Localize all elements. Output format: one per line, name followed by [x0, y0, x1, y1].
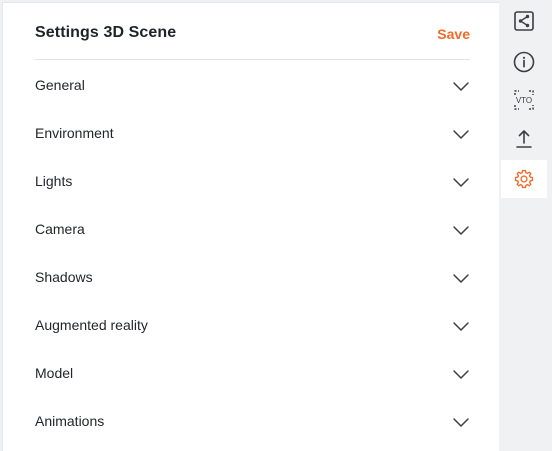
chevron-down-icon	[453, 274, 469, 283]
section-general[interactable]: General	[35, 61, 470, 109]
settings-panel: Settings 3D Scene Save General Environme…	[2, 2, 499, 451]
chevron-down-icon	[453, 322, 469, 331]
section-label: Environment	[35, 125, 114, 141]
panel-header: Settings 3D Scene Save	[35, 3, 470, 60]
gear-icon	[514, 169, 534, 189]
chevron-down-icon	[453, 370, 469, 379]
section-label: Animations	[35, 413, 105, 429]
chevron-down-icon	[453, 226, 469, 235]
save-button[interactable]: Save	[437, 26, 470, 42]
section-shadows[interactable]: Shadows	[35, 253, 470, 301]
upload-button[interactable]	[501, 120, 547, 158]
info-icon	[513, 51, 535, 73]
section-model[interactable]: Model	[35, 349, 470, 397]
vto-icon: VTO	[514, 90, 534, 110]
upload-icon	[516, 130, 532, 148]
section-label: Shadows	[35, 269, 93, 285]
section-label: Augmented reality	[35, 317, 148, 333]
panel-title: Settings 3D Scene	[35, 24, 177, 41]
chevron-down-icon	[453, 418, 469, 427]
section-label: Model	[35, 365, 74, 381]
chevron-down-icon	[453, 178, 469, 187]
section-camera[interactable]: Camera	[35, 205, 470, 253]
section-label: Camera	[35, 221, 85, 237]
section-label: Lights	[35, 173, 73, 189]
settings-3d-scene-window: Settings 3D Scene Save General Environme…	[0, 0, 552, 451]
section-augmented-reality[interactable]: Augmented reality	[35, 301, 470, 349]
right-toolbar: VTO	[500, 0, 552, 451]
settings-button[interactable]	[501, 160, 547, 198]
section-environment[interactable]: Environment	[35, 109, 470, 157]
vto-label: VTO	[516, 96, 532, 105]
section-animations[interactable]: Animations	[35, 397, 470, 445]
chevron-down-icon	[453, 82, 469, 91]
share-button[interactable]	[501, 2, 547, 40]
settings-sections: General Environment Lights Camera Shadow…	[35, 61, 470, 445]
section-label: General	[35, 77, 85, 93]
chevron-down-icon	[453, 130, 469, 139]
section-lights[interactable]: Lights	[35, 157, 470, 205]
vto-button[interactable]: VTO	[501, 81, 547, 119]
info-button[interactable]	[501, 43, 547, 81]
share-icon	[514, 11, 534, 31]
